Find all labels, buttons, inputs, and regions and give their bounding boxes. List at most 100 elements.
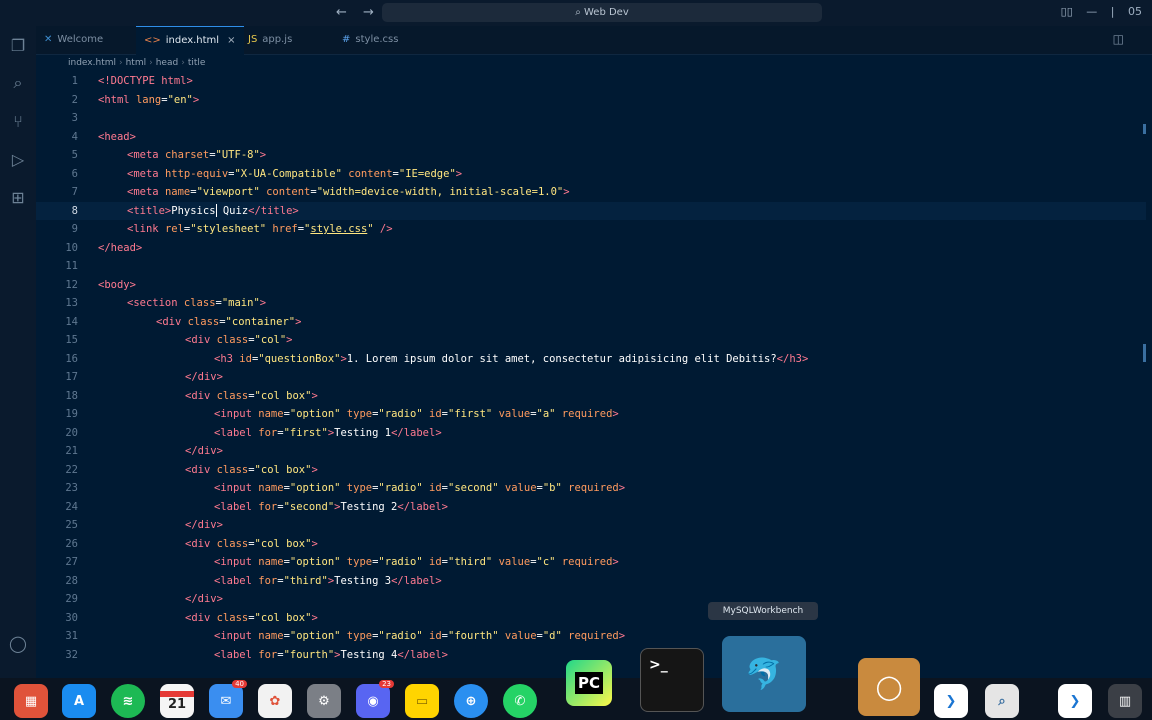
launchpad-icon[interactable]: ▦ (14, 684, 48, 718)
line-number: 22 (65, 463, 78, 476)
explorer-icon[interactable]: ❐ (0, 26, 36, 64)
code-text[interactable]: <!DOCTYPE html> (98, 72, 193, 91)
run-debug-icon[interactable]: ▷ (0, 140, 36, 178)
mysql-workbench-icon[interactable]: 🐬 (722, 636, 806, 712)
code-text[interactable]: </div> (185, 590, 223, 609)
code-editor[interactable]: 1 <!DOCTYPE html> 2 <html lang="en"> 3 4 <h… (36, 72, 1146, 676)
close-icon[interactable]: × (227, 35, 235, 46)
stylesheet-link[interactable]: style.css (310, 223, 367, 235)
code-text[interactable]: <div class="col box"> (185, 609, 318, 628)
code-text[interactable]: <meta name="viewport" content="width=dev… (127, 183, 570, 202)
calendar-icon[interactable]: 21 (160, 684, 194, 718)
code-text[interactable]: <div class="container"> (156, 313, 301, 332)
maximize-icon[interactable]: | (1111, 5, 1115, 18)
code-text[interactable]: </div> (185, 368, 223, 387)
code-text[interactable]: <link rel="stylesheet" href="style.css" … (127, 220, 393, 239)
code-text[interactable]: <label for="first">Testing 1</label> (214, 424, 442, 443)
code-line: 21 </div> (36, 442, 1146, 461)
code-text[interactable]: <label for="third">Testing 3</label> (214, 572, 442, 591)
code-line: 30 <div class="col box"> (36, 609, 1146, 628)
chevron-right-icon: › (118, 58, 123, 68)
code-text[interactable]: <div class="col box"> (185, 387, 318, 406)
code-text[interactable]: <label for="fourth">Testing 4</label> (214, 646, 448, 665)
code-text[interactable]: <input name="option" type="radio" id="fo… (214, 627, 625, 646)
breadcrumb-item[interactable]: head (156, 58, 178, 68)
command-center[interactable]: ⌕ Web Dev (382, 3, 822, 22)
code-text[interactable]: <input name="option" type="radio" id="fi… (214, 405, 619, 424)
vscode-icon[interactable]: ❯ (934, 684, 968, 718)
code-line: 3 (36, 109, 1146, 128)
line-number: 2 (71, 93, 78, 106)
tab-index-html[interactable]: <> index.html × (136, 26, 244, 55)
mail-badge: 40 (232, 680, 247, 688)
tab-style-css[interactable]: # style.css (334, 26, 438, 54)
preview-icon[interactable]: ⌕ (985, 684, 1019, 718)
line-number: 3 (71, 112, 78, 124)
code-line: 12 <body> (36, 276, 1146, 295)
breadcrumb-item[interactable]: html (126, 58, 147, 68)
code-line: 29 </div> (36, 590, 1146, 609)
vscode-icon[interactable]: ❯ (1058, 684, 1092, 718)
whatsapp-icon[interactable]: ✆ (503, 684, 537, 718)
back-arrow-icon[interactable]: ← (336, 5, 347, 20)
code-text[interactable]: <input name="option" type="radio" id="th… (214, 553, 619, 572)
code-text[interactable]: <label for="second">Testing 2</label> (214, 498, 448, 517)
code-line: 15 <div class="col"> (36, 331, 1146, 350)
line-number: 18 (65, 389, 78, 402)
trash-icon[interactable]: ▥ (1108, 684, 1142, 718)
split-editor-icon[interactable]: ◫ (1113, 32, 1124, 46)
source-control-icon[interactable]: ⑂ (0, 102, 36, 140)
contacts-icon[interactable]: ◯ (858, 658, 920, 716)
code-line: 22 <div class="col box"> (36, 461, 1146, 480)
photos-icon[interactable]: ✿ (258, 684, 292, 718)
extensions-icon[interactable]: ⊞ (0, 178, 36, 216)
line-number: 20 (65, 426, 78, 439)
mail-icon[interactable]: ✉ 40 (209, 680, 247, 718)
code-line: 2 <html lang="en"> (36, 91, 1146, 110)
code-text[interactable]: <html lang="en"> (98, 91, 199, 110)
code-text[interactable]: <head> (98, 128, 136, 147)
breadcrumb-item[interactable]: title (188, 58, 206, 68)
app-store-icon[interactable]: A (62, 684, 96, 718)
pycharm-icon[interactable]: PC (566, 660, 612, 706)
line-number: 9 (71, 223, 78, 235)
line-number: 25 (65, 519, 78, 531)
spotify-icon[interactable]: ≋ (111, 684, 145, 718)
tab-welcome[interactable]: ✕ Welcome (36, 26, 140, 54)
line-number: 8 (71, 204, 78, 217)
line-number: 12 (65, 278, 78, 291)
search-icon[interactable]: ⌕ (0, 64, 36, 102)
code-text[interactable]: <div class="col box"> (185, 535, 318, 554)
code-text[interactable]: </head> (98, 239, 142, 258)
code-text[interactable]: <meta http-equiv="X-UA-Compatible" conte… (127, 165, 462, 184)
discord-icon[interactable]: ◉ 23 (356, 680, 394, 718)
code-text[interactable]: <h3 id="questionBox">1. Lorem ipsum dolo… (214, 350, 808, 369)
safari-icon[interactable]: ⊕ (454, 684, 488, 718)
ruler-mark (1143, 124, 1146, 134)
layout-icon[interactable]: ▯▯ (1061, 5, 1073, 18)
notes-icon[interactable]: ▭ (405, 684, 439, 718)
code-text[interactable]: <div class="col box"> (185, 461, 318, 480)
search-icon: ⌕ (575, 7, 584, 18)
terminal-icon[interactable]: >_ (640, 648, 704, 712)
overview-ruler[interactable] (1143, 72, 1146, 672)
forward-arrow-icon[interactable]: → (363, 5, 374, 20)
account-icon[interactable]: ◯ (0, 624, 36, 662)
code-text[interactable]: </div> (185, 442, 223, 461)
tab-app-js[interactable]: JS app.js (240, 26, 338, 54)
code-line: 20 <label for="first">Testing 1</label> (36, 424, 1146, 443)
code-text[interactable]: <title>Physics Quiz</title> (127, 202, 299, 221)
code-text[interactable]: </div> (185, 516, 223, 535)
code-text[interactable]: <input name="option" type="radio" id="se… (214, 479, 625, 498)
code-text[interactable]: <div class="col"> (185, 331, 292, 350)
breadcrumb-item[interactable]: index.html (68, 58, 116, 68)
settings-icon[interactable]: ⚙ (307, 684, 341, 718)
code-line: 9 <link rel="stylesheet" href="style.css"… (36, 220, 1146, 239)
code-line: 13 <section class="main"> (36, 294, 1146, 313)
code-text[interactable]: <body> (98, 276, 136, 295)
line-number: 27 (65, 556, 78, 568)
code-text[interactable]: <section class="main"> (127, 294, 266, 313)
title-bar: ← → ⌕ Web Dev ▯▯ — | 05 (0, 0, 1152, 26)
code-text[interactable]: <meta charset="UTF-8"> (127, 146, 266, 165)
minimize-icon[interactable]: — (1086, 5, 1097, 18)
